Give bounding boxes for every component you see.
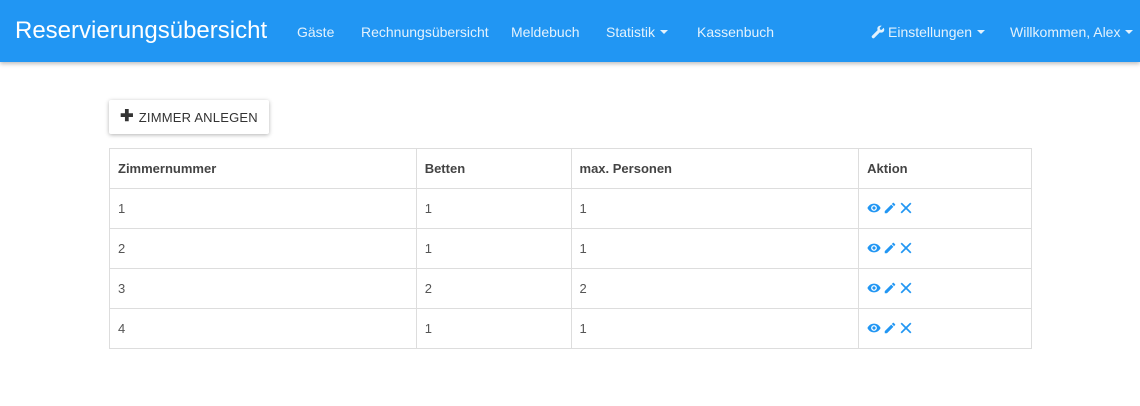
add-room-button-label: ZIMMER ANLEGEN — [138, 109, 258, 125]
column-header-aktion: Aktion — [858, 148, 1032, 189]
cell-zimmernummer: 4 — [109, 308, 417, 349]
wrench-icon — [871, 25, 885, 39]
cell-max-personen: 2 — [570, 268, 860, 309]
column-header-zimmernummer: Zimmernummer — [109, 148, 417, 189]
cell-max-personen: 1 — [570, 308, 860, 349]
cell-betten: 1 — [415, 308, 572, 349]
cell-betten: 1 — [415, 228, 572, 269]
table-row: 411 — [109, 308, 1032, 349]
eye-icon[interactable] — [867, 201, 881, 215]
pencil-icon[interactable] — [883, 281, 897, 295]
close-icon[interactable] — [899, 241, 913, 255]
nav-item-einstellungen[interactable]: Einstellungen — [871, 22, 986, 42]
cell-max-personen: 1 — [570, 188, 860, 229]
eye-icon[interactable] — [867, 281, 881, 295]
pencil-icon[interactable] — [883, 201, 897, 215]
column-header-betten: Betten — [415, 148, 572, 189]
close-icon[interactable] — [899, 321, 913, 335]
cell-zimmernummer: 3 — [109, 268, 417, 309]
eye-icon[interactable] — [867, 321, 881, 335]
table-row: 322 — [109, 268, 1032, 309]
rooms-table: Zimmernummer Betten max. Personen Aktion… — [109, 148, 1032, 349]
cell-aktion — [858, 228, 1032, 269]
cell-zimmernummer: 1 — [109, 188, 417, 229]
column-header-max-personen: max. Personen — [570, 148, 860, 189]
nav-item-kassenbuch[interactable]: Kassenbuch — [697, 22, 774, 42]
caret-down-icon — [1125, 30, 1134, 35]
close-icon[interactable] — [899, 281, 913, 295]
cell-max-personen: 1 — [570, 228, 860, 269]
caret-down-icon — [977, 30, 986, 35]
close-icon[interactable] — [899, 201, 913, 215]
nav-item-statistik-label: Statistik — [606, 24, 656, 40]
nav-item-statistik[interactable]: Statistik — [606, 22, 669, 42]
cell-betten: 1 — [415, 188, 572, 229]
pencil-icon[interactable] — [883, 241, 897, 255]
nav-item-einstellungen-label: Einstellungen — [888, 24, 973, 40]
app-title[interactable]: Reservierungsübersicht — [15, 16, 267, 46]
eye-icon[interactable] — [867, 241, 881, 255]
caret-down-icon — [660, 30, 669, 35]
cell-aktion — [858, 268, 1032, 309]
navbar: Reservierungsübersicht Gäste Rechnungsüb… — [0, 0, 1140, 62]
table-row: 111 — [109, 188, 1032, 229]
user-menu-label: Willkommen, Alex — [1010, 24, 1121, 40]
cell-zimmernummer: 2 — [109, 228, 417, 269]
cell-aktion — [858, 308, 1032, 349]
table-row: 211 — [109, 228, 1032, 269]
nav-item-gaeste[interactable]: Gäste — [297, 22, 334, 42]
plus-icon: ✚ — [120, 108, 134, 125]
nav-item-user-menu[interactable]: Willkommen, Alex — [1010, 22, 1134, 42]
nav-item-rechnungsuebersicht[interactable]: Rechnungsübersicht — [361, 22, 489, 42]
pencil-icon[interactable] — [883, 321, 897, 335]
nav-item-meldebuch[interactable]: Meldebuch — [511, 22, 580, 42]
cell-betten: 2 — [415, 268, 572, 309]
cell-aktion — [858, 188, 1032, 229]
add-room-button[interactable]: ✚ ZIMMER ANLEGEN — [109, 100, 269, 134]
table-header-row: Zimmernummer Betten max. Personen Aktion — [109, 148, 1032, 189]
